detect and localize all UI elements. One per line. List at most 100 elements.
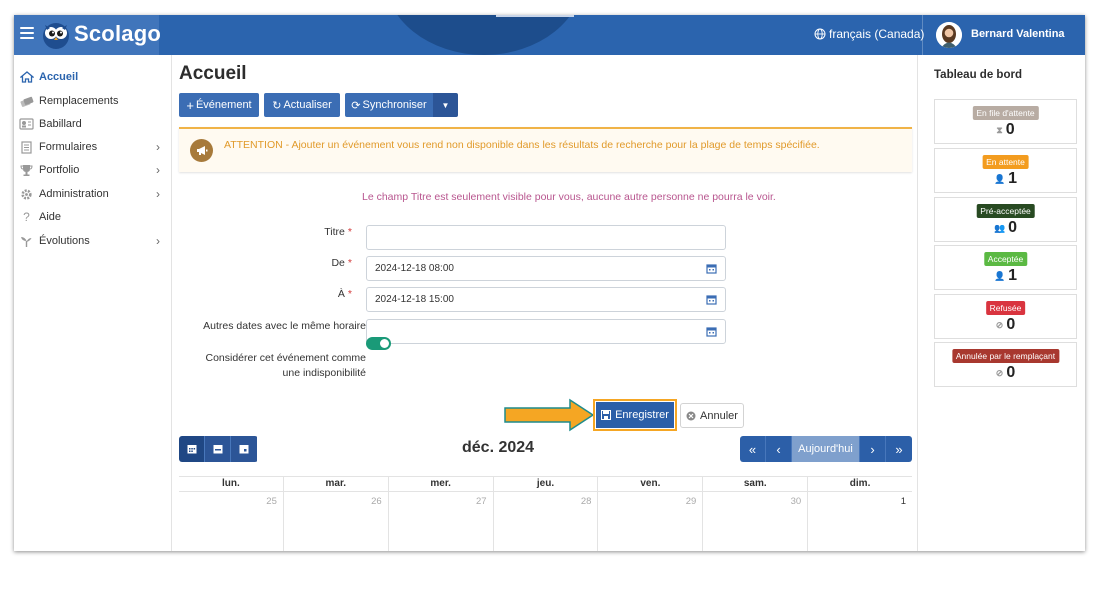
weekday-label: dim. [849, 478, 871, 489]
month-view-button[interactable] [179, 436, 205, 462]
title-field-label: Titre * [324, 226, 352, 238]
calendar-day-cell[interactable]: 26 [284, 492, 389, 551]
calendar-grid: lun. mar. mer. jeu. ven. sam. dim. 25 26… [179, 476, 912, 551]
sidebar-item-evolutions[interactable]: Évolutions › [14, 231, 172, 251]
app-window: Scolago français (Canada) Bernard Valent… [14, 15, 1085, 551]
calendar-weekday-header: lun. mar. mer. jeu. ven. sam. dim. [179, 476, 912, 492]
sidebar-item-label: Administration [39, 188, 109, 200]
status-badge: Refusée [985, 301, 1026, 315]
calendar-month-icon [187, 445, 196, 454]
to-datetime-value: 2024-12-18 15:00 [375, 294, 454, 305]
calendar-day-cell[interactable]: 25 [179, 492, 284, 551]
menu-icon[interactable] [20, 27, 34, 43]
top-bar: Scolago français (Canada) Bernard Valent… [14, 15, 1085, 55]
hourglass-icon: ⧗ [996, 124, 1003, 135]
previous-year-button[interactable]: « [740, 436, 766, 462]
calendar-day-cell[interactable]: 29 [598, 492, 704, 551]
sync-icon: ⟳ [351, 99, 361, 112]
sidebar-item-remplacements[interactable]: Remplacements [14, 91, 172, 111]
sidebar-item-aide[interactable]: ? Aide [14, 207, 172, 227]
substitutes-icon [19, 96, 33, 107]
title-input[interactable] [366, 225, 726, 250]
megaphone-icon [190, 139, 213, 162]
calendar-day-cell[interactable]: 28 [494, 492, 599, 551]
alert-message: ATTENTION - Ajouter un événement vous re… [224, 139, 820, 151]
cancel-label: Annuler [700, 409, 738, 422]
bulletin-board-icon [19, 118, 34, 130]
unavailability-toggle[interactable] [366, 337, 391, 350]
double-chevron-right-icon: » [895, 441, 903, 457]
calendar-day-cell[interactable]: 27 [389, 492, 494, 551]
gear-icon [21, 188, 32, 200]
add-event-button[interactable]: + Événement [179, 93, 259, 117]
weekday-label: mar. [284, 477, 389, 491]
dashboard-panel: Tableau de bord En file d'attente ⧗ 0 En … [917, 55, 1085, 551]
calendar-view-switcher [179, 436, 258, 462]
cancel-button[interactable]: Annuler [680, 403, 744, 428]
to-field-label: À * [337, 288, 352, 300]
week-view-button[interactable] [205, 436, 231, 462]
weekday-label: lun. [179, 477, 284, 491]
status-card-queue[interactable]: En file d'attente ⧗ 0 [934, 99, 1077, 144]
status-card-pending[interactable]: En attente 👤 1 [934, 148, 1077, 193]
sync-dropdown-button[interactable]: ▼ [433, 93, 458, 117]
sync-button[interactable]: ⟳ Synchroniser [345, 93, 433, 117]
calendar-month-title: déc. 2024 [462, 439, 535, 456]
previous-month-button[interactable]: ‹ [766, 436, 792, 462]
sidebar-item-label: Accueil [39, 71, 79, 83]
save-button[interactable]: Enregistrer [596, 402, 674, 428]
status-badge: En file d'attente [972, 106, 1039, 120]
sidebar-item-label: Aide [39, 211, 62, 223]
to-datetime-input[interactable]: 2024-12-18 15:00 [366, 287, 726, 312]
calendar-day-cell[interactable]: 30 [703, 492, 809, 551]
status-badge: Acceptée [983, 252, 1028, 266]
sidebar-item-formulaires[interactable]: Formulaires › [14, 137, 172, 157]
status-card-preaccepted[interactable]: Pré-acceptée 👥 0 [934, 197, 1077, 242]
chevron-right-icon: › [156, 234, 160, 248]
language-selector[interactable]: français (Canada) [814, 27, 924, 41]
from-datetime-input[interactable]: 2024-12-18 08:00 [366, 256, 726, 281]
trophy-icon [20, 164, 33, 176]
sidebar-item-babillard[interactable]: Babillard [14, 114, 172, 134]
day-view-button[interactable] [231, 436, 257, 462]
form-icon [21, 140, 32, 154]
header-decoration-line [496, 15, 574, 17]
next-year-button[interactable]: » [886, 436, 912, 462]
sprout-icon [21, 236, 32, 247]
sidebar-item-label: Évolutions [39, 235, 90, 247]
sync-label: Synchroniser [362, 99, 427, 111]
status-card-accepted[interactable]: Acceptée 👤 1 [934, 245, 1077, 290]
status-card-refused[interactable]: Refusée ⊘ 0 [934, 294, 1077, 339]
calendar-week-row: 25 26 27 28 29 30 1 [179, 492, 912, 551]
calendar-icon[interactable] [706, 263, 717, 274]
close-circle-icon [686, 411, 696, 420]
chevron-left-icon: ‹ [776, 441, 781, 457]
today-button[interactable]: Aujourd'hui [792, 436, 860, 462]
dashboard-title: Tableau de bord [934, 69, 1022, 81]
status-count: 0 [1005, 121, 1015, 138]
status-count: 1 [1008, 170, 1018, 187]
refresh-button[interactable]: ↻ Actualiser [264, 93, 340, 117]
double-chevron-left-icon: « [748, 441, 757, 457]
sidebar-item-label: Remplacements [39, 95, 119, 107]
calendar-icon[interactable] [706, 326, 717, 337]
weekday-label: ven. [598, 477, 704, 491]
help-icon: ? [23, 210, 30, 224]
calendar-week-icon [213, 445, 222, 454]
status-count: 0 [1006, 316, 1016, 333]
sidebar-item-portfolio[interactable]: Portfolio › [14, 160, 172, 180]
save-label: Enregistrer [615, 409, 669, 421]
user-name[interactable]: Bernard Valentina [971, 28, 1065, 40]
sidebar-item-administration[interactable]: Administration › [14, 184, 172, 204]
chevron-right-icon: › [156, 163, 160, 177]
next-month-button[interactable]: › [860, 436, 886, 462]
avatar[interactable] [936, 22, 962, 48]
status-card-cancelled-by-substitute[interactable]: Annulée par le remplaçant ⊘ 0 [934, 342, 1077, 387]
user-clock-icon: 👤 [993, 173, 1006, 184]
sidebar-item-accueil[interactable]: Accueil [14, 67, 172, 87]
user-slash-icon: ⊘ [995, 367, 1004, 378]
calendar-day-cell[interactable]: 1 [808, 492, 912, 551]
brand-name[interactable]: Scolago [74, 21, 161, 47]
other-dates-input[interactable] [366, 319, 726, 344]
calendar-icon[interactable] [706, 294, 717, 305]
